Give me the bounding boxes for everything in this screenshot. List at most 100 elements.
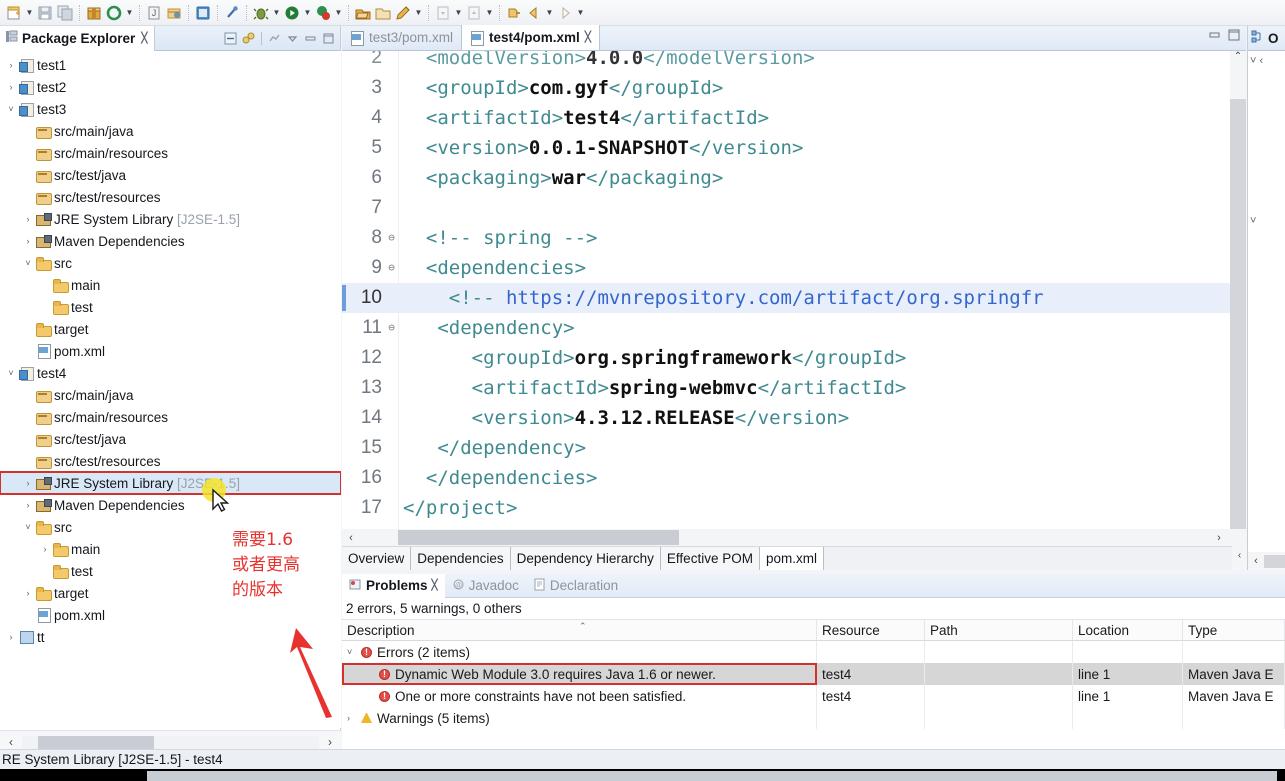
tree-item[interactable]: src/main/resources: [0, 142, 341, 164]
outline-row[interactable]: ˅ ‹: [1248, 51, 1285, 71]
problems-view-tab[interactable]: Problems ╳: [342, 573, 445, 598]
problems-group-row[interactable]: ˅! Errors (2 items): [342, 641, 1285, 663]
code-line[interactable]: 4 <artifactId>test4</artifactId>: [342, 103, 1246, 133]
tree-item[interactable]: src/test/java: [0, 164, 341, 186]
close-icon[interactable]: ╳: [585, 32, 591, 43]
tree-twisty-icon[interactable]: ›: [21, 500, 35, 510]
hscroll-track[interactable]: [22, 735, 319, 749]
code-editor[interactable]: 2 <modelVersion>4.0.0</modelVersion> 3 <g…: [342, 51, 1246, 546]
new-wizard-dropdown-icon[interactable]: ▼: [24, 4, 35, 22]
next-annotation-icon[interactable]: [434, 4, 452, 22]
link-with-editor-icon[interactable]: [241, 31, 256, 46]
restore-editor-icon[interactable]: [1209, 29, 1221, 41]
outline-twisty-icon[interactable]: ˅: [1250, 215, 1256, 227]
tree-item[interactable]: target: [0, 318, 341, 340]
tree-item[interactable]: src/test/java: [0, 428, 341, 450]
outline-row[interactable]: [1248, 71, 1285, 91]
external-tools-dropdown-icon[interactable]: ▼: [333, 4, 344, 22]
problems-column-header[interactable]: Path: [925, 620, 1073, 640]
tree-item[interactable]: ˅ src: [0, 252, 341, 274]
last-edit-location-icon[interactable]: [505, 4, 523, 22]
code-line[interactable]: 2 <modelVersion>4.0.0</modelVersion>: [342, 51, 1246, 73]
problems-view-tab[interactable]: @ Javadoc: [445, 574, 526, 598]
tree-twisty-icon[interactable]: ›: [21, 214, 35, 224]
debug-icon[interactable]: [252, 4, 270, 22]
outline-tree[interactable]: ˅ ‹ ˅: [1248, 51, 1285, 541]
save-all-icon[interactable]: [56, 4, 74, 22]
outline-twisty-icon[interactable]: ˅: [1250, 55, 1256, 67]
save-icon[interactable]: [36, 4, 54, 22]
code-line[interactable]: 12 <groupId>org.springframework</groupId…: [342, 343, 1246, 373]
run-dropdown-icon[interactable]: ▼: [302, 4, 313, 22]
code-line[interactable]: 14 <version>4.3.12.RELEASE</version>: [342, 403, 1246, 433]
tab-package-explorer[interactable]: Package Explorer ╳: [0, 25, 156, 51]
outline-scroll-left-icon[interactable]: ‹: [1248, 555, 1264, 567]
code-line[interactable]: 17 </project>: [342, 493, 1246, 523]
problems-column-header[interactable]: Description ⌃: [342, 620, 817, 640]
tree-item[interactable]: › Maven Dependencies: [0, 494, 341, 516]
scroll-left-icon[interactable]: ‹: [0, 735, 22, 749]
editor-scroll-left-icon[interactable]: ‹: [342, 532, 360, 544]
new-wizard-icon[interactable]: [5, 4, 23, 22]
refresh-dropdown-icon[interactable]: ▼: [124, 4, 135, 22]
problems-row[interactable]: ! One or more constraints have not been s…: [342, 685, 1285, 707]
forward-icon[interactable]: [556, 4, 574, 22]
pom-form-tab[interactable]: Effective POM: [660, 547, 760, 570]
previous-annotation-dropdown-icon[interactable]: ▼: [484, 4, 495, 22]
tree-twisty-icon[interactable]: ›: [21, 478, 35, 488]
focus-on-active-task-icon[interactable]: [267, 31, 282, 46]
editor-collapse-handle[interactable]: ‹: [1232, 540, 1247, 570]
tree-item[interactable]: ˅ test4: [0, 362, 341, 384]
outline-hscrollbar[interactable]: ‹: [1248, 552, 1285, 570]
back-icon[interactable]: [525, 4, 543, 22]
tree-twisty-icon[interactable]: ›: [4, 82, 18, 92]
scroll-right-icon[interactable]: ›: [319, 735, 341, 749]
editor-tab[interactable]: test4/pom.xml ╳: [461, 25, 600, 50]
tree-item[interactable]: › JRE System Library [J2SE-1.5]: [0, 208, 341, 230]
view-menu-icon[interactable]: [285, 31, 300, 46]
build-icon[interactable]: [85, 4, 103, 22]
editor-tab[interactable]: test3/pom.xml: [342, 25, 461, 50]
forward-dropdown-icon[interactable]: ▼: [575, 4, 586, 22]
problems-group-row[interactable]: › Warnings (5 items): [342, 707, 1285, 729]
pom-form-tab[interactable]: pom.xml: [759, 547, 824, 570]
collapse-all-icon[interactable]: [223, 31, 238, 46]
tree-item[interactable]: › JRE System Library [J2SE-1.5]: [0, 471, 341, 495]
minimize-view-icon[interactable]: [303, 31, 318, 46]
tree-item[interactable]: pom.xml: [0, 604, 341, 626]
tree-twisty-icon[interactable]: ˅: [4, 104, 18, 114]
tree-item[interactable]: test: [0, 296, 341, 318]
open-type-icon[interactable]: [194, 4, 212, 22]
previous-annotation-icon[interactable]: [465, 4, 483, 22]
open-folder-icon[interactable]: [374, 4, 392, 22]
tree-twisty-icon[interactable]: ›: [21, 236, 35, 246]
problems-column-header[interactable]: Resource: [817, 620, 925, 640]
pom-form-tab[interactable]: Dependencies: [411, 547, 511, 570]
problems-table-body[interactable]: ˅! Errors (2 items)! Dynamic Web Module 3.…: [342, 641, 1285, 729]
search-icon[interactable]: [223, 4, 241, 22]
tree-item[interactable]: pom.xml: [0, 340, 341, 362]
code-line[interactable]: 9 ⊖ <dependencies>: [342, 253, 1246, 283]
maximize-editor-icon[interactable]: [1228, 29, 1240, 41]
maximize-view-icon[interactable]: [321, 31, 336, 46]
code-line[interactable]: 13 <artifactId>spring-webmvc</artifactId…: [342, 373, 1246, 403]
refresh-icon[interactable]: [105, 4, 123, 22]
open-perspective-icon[interactable]: [354, 4, 372, 22]
pom-form-tab[interactable]: Overview: [342, 547, 412, 570]
tree-item[interactable]: src/test/resources: [0, 450, 341, 472]
tree-twisty-icon[interactable]: ›: [4, 60, 18, 70]
tree-item[interactable]: src/main/java: [0, 384, 341, 406]
run-external-tools-icon[interactable]: [314, 4, 332, 22]
fold-toggle-icon[interactable]: ⊖: [384, 313, 399, 343]
problems-view-tab[interactable]: Declaration: [526, 574, 625, 598]
outline-row[interactable]: ˅: [1248, 211, 1285, 231]
code-line[interactable]: 6 <packaging>war</packaging>: [342, 163, 1246, 193]
project-tree[interactable]: › test1 › test2 ˅ test3 src/main/java src/main/…: [0, 51, 341, 728]
code-line[interactable]: 5 <version>0.0.1-SNAPSHOT</version>: [342, 133, 1246, 163]
tree-item[interactable]: ˅ src: [0, 516, 341, 538]
problems-row[interactable]: ! Dynamic Web Module 3.0 requires Java 1.…: [342, 663, 1285, 685]
problems-twisty-icon[interactable]: ›: [347, 713, 361, 723]
pom-form-tab[interactable]: Dependency Hierarchy: [510, 547, 661, 570]
code-line[interactable]: 11 ⊖ <dependency>: [342, 313, 1246, 343]
tree-item[interactable]: main: [0, 274, 341, 296]
